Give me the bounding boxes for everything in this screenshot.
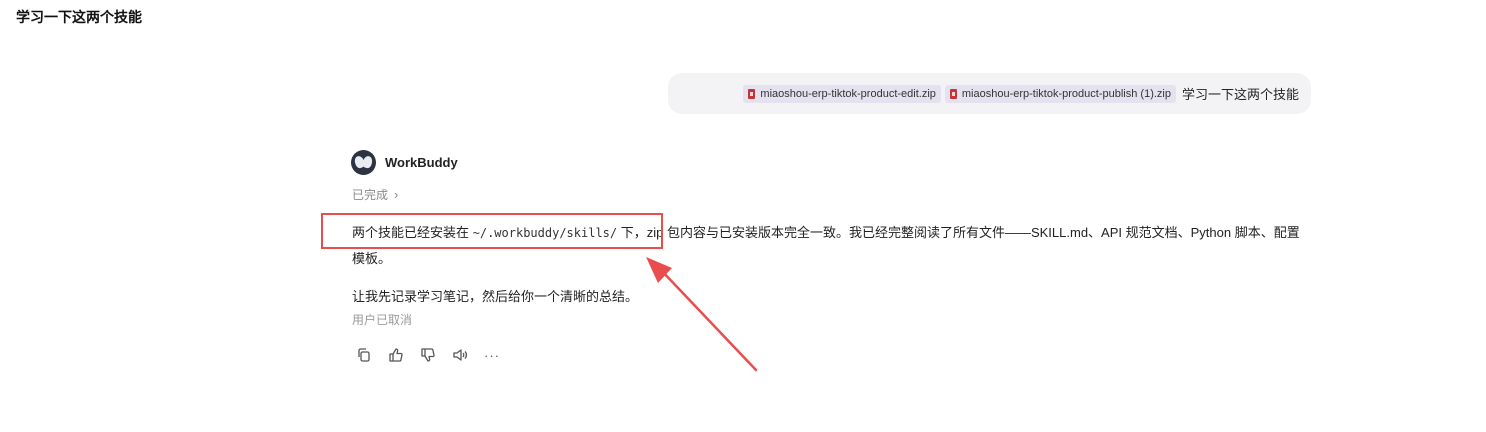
- assistant-header: WorkBuddy: [351, 150, 458, 175]
- thumbs-up-icon[interactable]: [387, 346, 405, 364]
- attachment-name: miaoshou-erp-tiktok-product-edit.zip: [760, 87, 936, 100]
- assistant-paragraph: 让我先记录学习笔记，然后给你一个清晰的总结。: [352, 289, 639, 304]
- attachment-name: miaoshou-erp-tiktok-product-publish (1).…: [961, 87, 1171, 100]
- zip-file-icon: [748, 88, 756, 99]
- highlight-annotation-box: [321, 213, 663, 249]
- avatar: [351, 150, 376, 175]
- status-toggle[interactable]: 已完成 ›: [352, 186, 398, 203]
- annotation-arrow: [646, 257, 758, 372]
- thumbs-down-icon[interactable]: [419, 346, 437, 364]
- assistant-name: WorkBuddy: [385, 155, 458, 170]
- page-title: 学习一下这两个技能: [16, 9, 142, 25]
- status-label: 已完成: [352, 188, 389, 202]
- more-icon[interactable]: ···: [483, 346, 501, 364]
- chevron-right-icon: ›: [394, 187, 399, 202]
- user-message-bubble: miaoshou-erp-tiktok-product-edit.zip mia…: [668, 73, 1311, 114]
- copy-icon[interactable]: [355, 346, 373, 364]
- attachment-chip[interactable]: miaoshou-erp-tiktok-product-edit.zip: [743, 84, 941, 103]
- zip-file-icon: [949, 88, 957, 99]
- user-message-text: 学习一下这两个技能: [1181, 87, 1299, 102]
- attachment-chip[interactable]: miaoshou-erp-tiktok-product-publish (1).…: [944, 84, 1176, 103]
- message-actions: ···: [355, 346, 501, 364]
- speaker-icon[interactable]: [451, 346, 469, 364]
- cancel-note: 用户已取消: [352, 313, 413, 327]
